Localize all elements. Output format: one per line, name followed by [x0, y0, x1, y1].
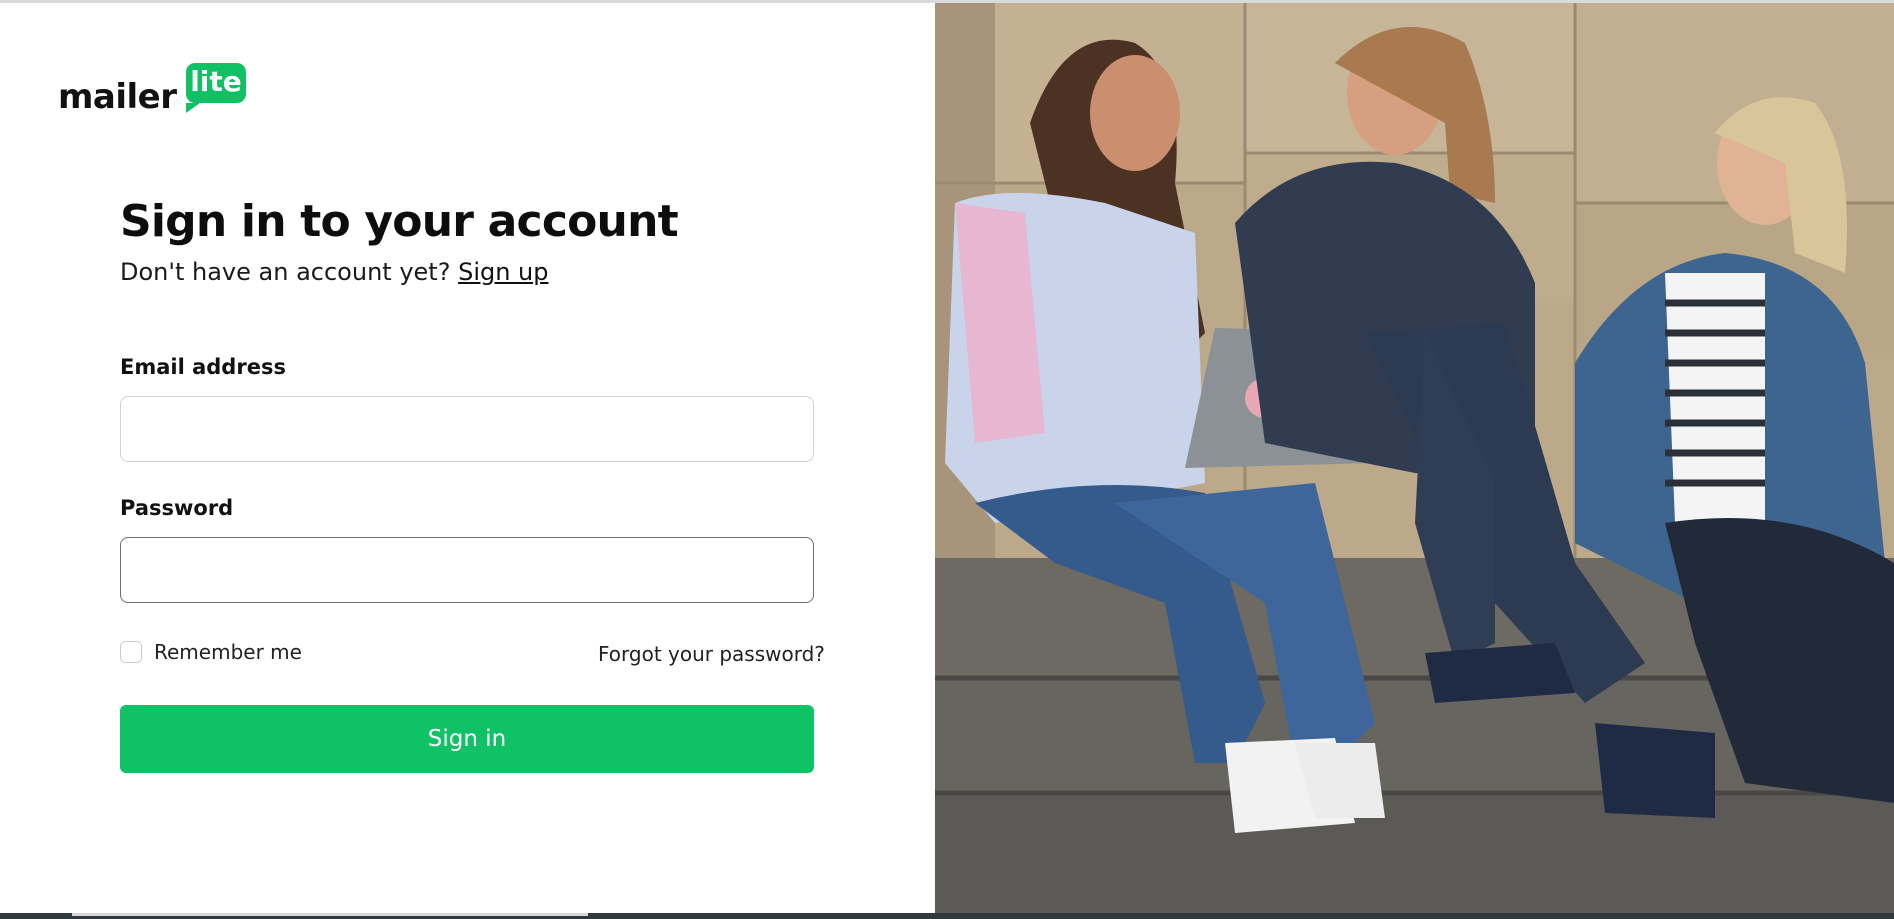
- bottom-bar-segment: [72, 913, 588, 916]
- logo-badge-text: lite: [190, 65, 242, 98]
- page-title: Sign in to your account: [120, 196, 679, 247]
- mailerlite-logo[interactable]: mailer lite: [58, 63, 258, 119]
- logo-badge: lite: [186, 63, 246, 113]
- forgot-password-link[interactable]: Forgot your password?: [598, 642, 825, 666]
- email-field[interactable]: [120, 396, 814, 462]
- sign-in-button[interactable]: Sign in: [120, 705, 814, 773]
- window-bottom-bar: [0, 913, 1894, 919]
- hero-image: [935, 3, 1894, 913]
- hero-photo-illustration: [935, 3, 1894, 913]
- signup-prompt-text: Don't have an account yet?: [120, 258, 451, 286]
- logo-word: mailer: [58, 77, 177, 117]
- email-label: Email address: [120, 355, 286, 379]
- password-label: Password: [120, 496, 234, 520]
- signup-link[interactable]: Sign up: [458, 258, 548, 286]
- password-field[interactable]: [120, 537, 814, 603]
- remember-me[interactable]: Remember me: [120, 640, 302, 664]
- signup-prompt: Don't have an account yet? Sign up: [120, 258, 549, 286]
- remember-me-label[interactable]: Remember me: [154, 640, 302, 664]
- remember-me-checkbox[interactable]: [120, 641, 142, 663]
